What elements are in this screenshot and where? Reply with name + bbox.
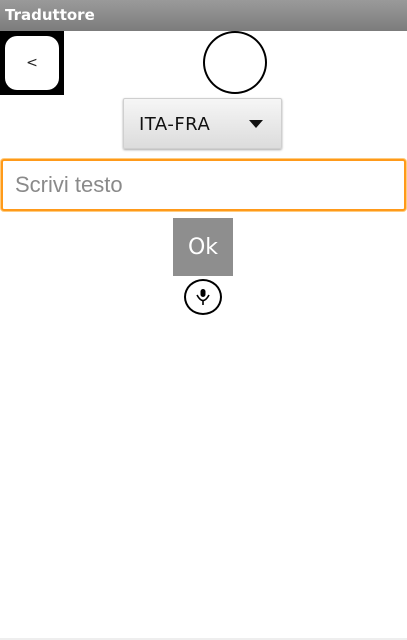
app-screen: Traduttore < ITA-FRA Ok: [0, 0, 407, 640]
microphone-button[interactable]: [184, 279, 222, 315]
language-select-value: ITA-FRA: [139, 114, 211, 135]
circle-icon: [203, 31, 267, 94]
text-input[interactable]: [1, 159, 406, 211]
title-bar: Traduttore: [0, 0, 407, 31]
back-button-container: <: [0, 31, 64, 95]
back-button[interactable]: <: [5, 36, 59, 90]
microphone-icon: [196, 289, 210, 305]
language-select[interactable]: ITA-FRA: [123, 98, 282, 149]
ok-button[interactable]: Ok: [173, 218, 233, 276]
caret-down-icon: [249, 120, 263, 128]
app-title: Traduttore: [5, 6, 95, 24]
